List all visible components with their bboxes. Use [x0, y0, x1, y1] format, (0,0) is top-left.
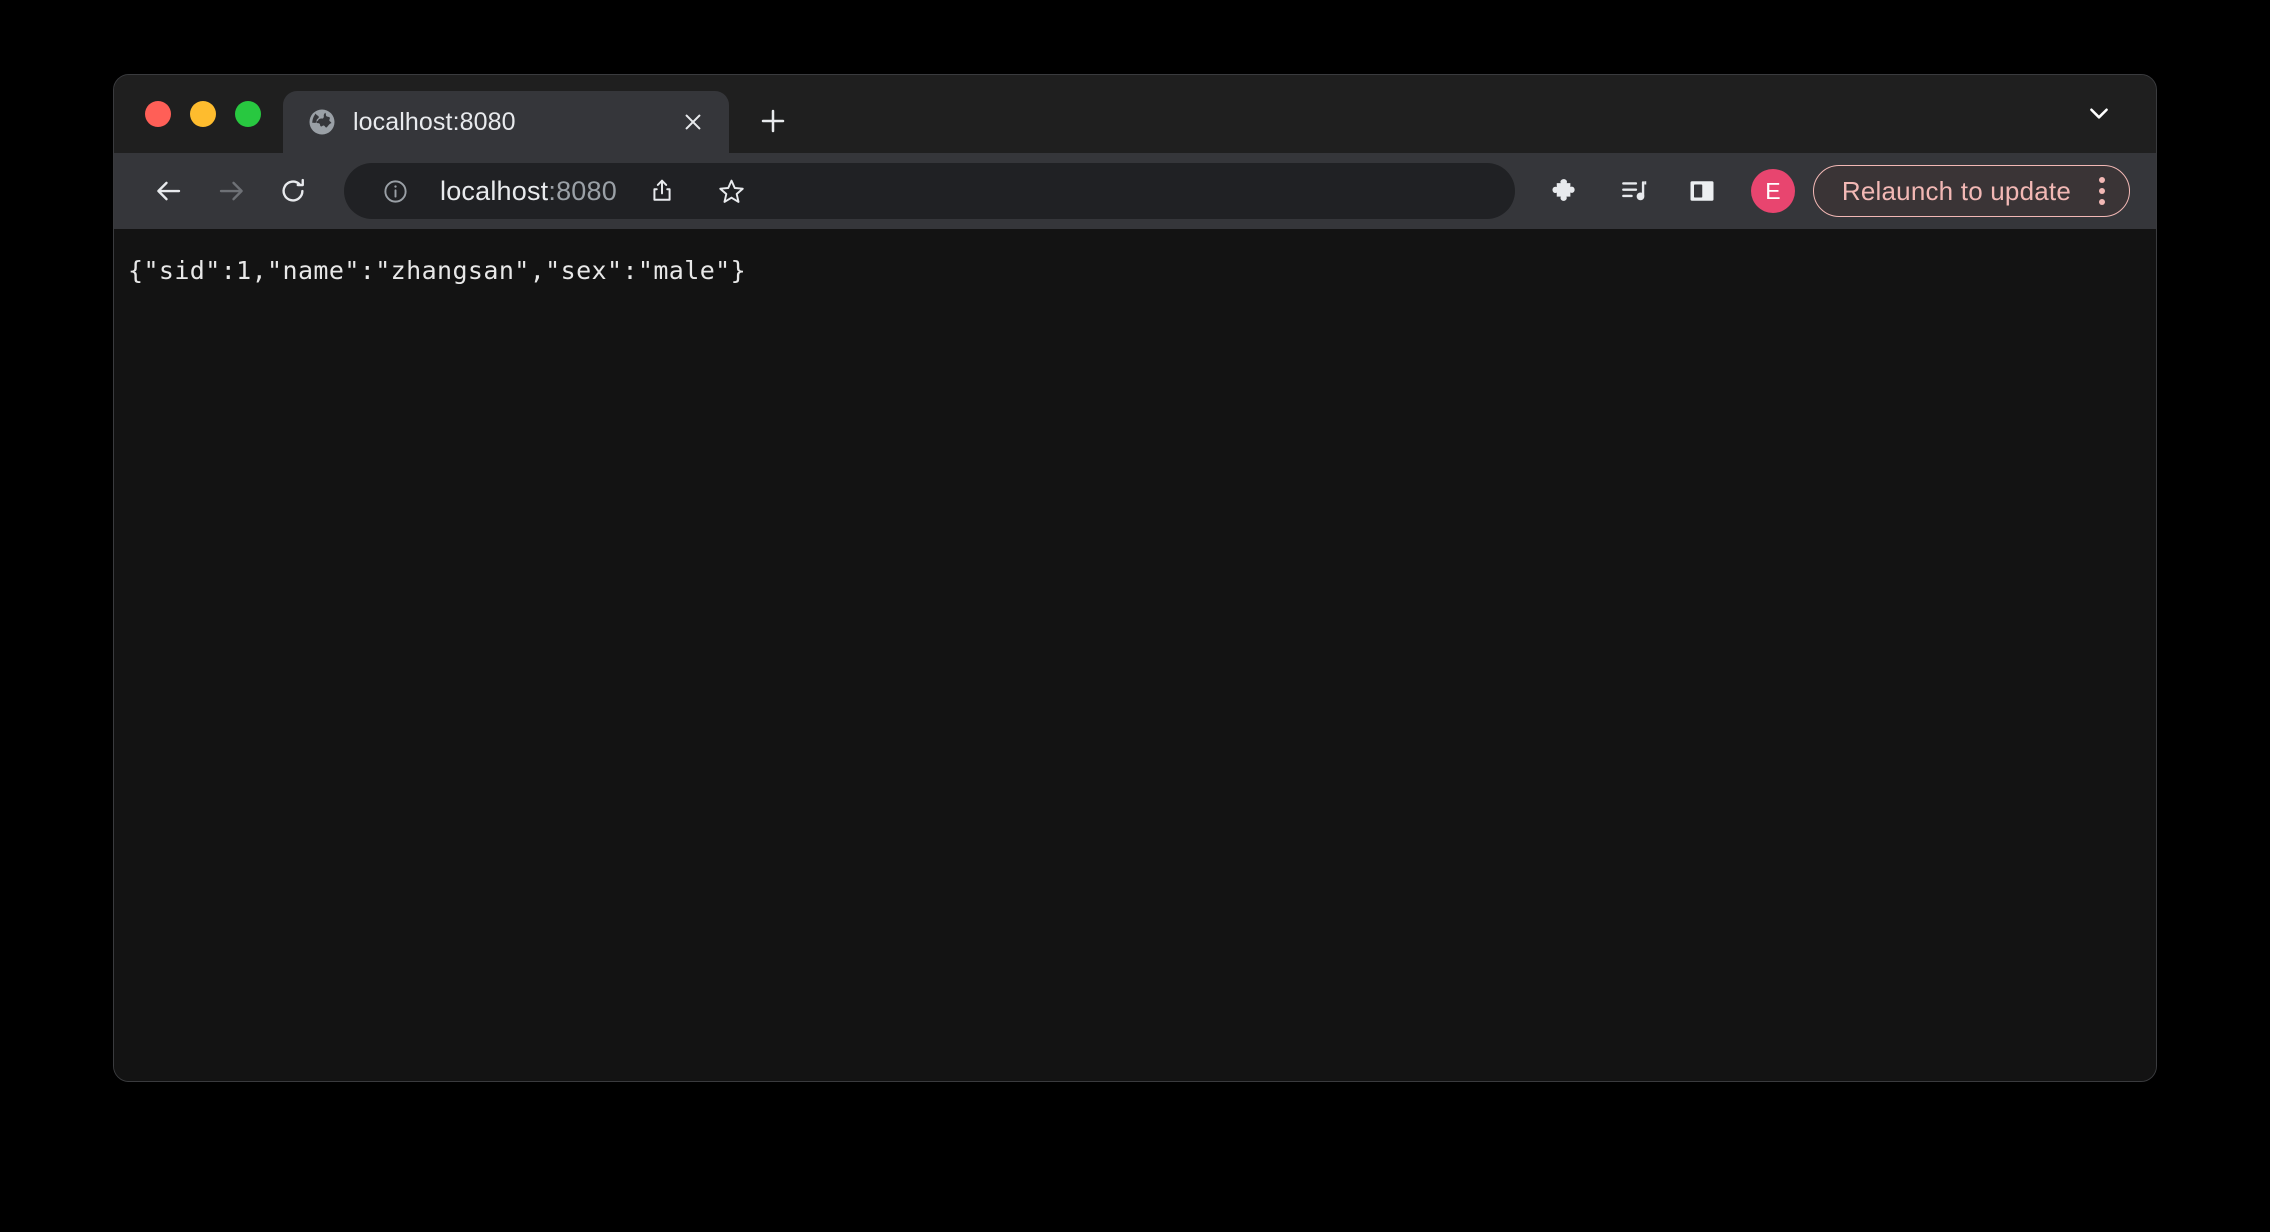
maximize-window-button[interactable]: [235, 101, 261, 127]
globe-icon: [307, 107, 337, 137]
share-icon[interactable]: [637, 166, 687, 216]
url-host: localhost: [440, 175, 549, 206]
relaunch-label: Relaunch to update: [1841, 175, 2071, 206]
url-text: localhost:8080: [440, 176, 617, 207]
minimize-window-button[interactable]: [190, 101, 216, 127]
tab-strip: localhost:8080: [114, 75, 2156, 153]
json-response-text: {"sid":1,"name":"zhangsan","sex":"male"}: [128, 256, 747, 285]
info-circle-icon[interactable]: [370, 166, 420, 216]
new-tab-button[interactable]: [743, 91, 803, 151]
bookmark-star-icon[interactable]: [707, 166, 757, 216]
forward-button[interactable]: [202, 162, 260, 220]
url-port: :8080: [548, 175, 617, 206]
close-tab-button[interactable]: [675, 104, 711, 140]
tab-search-button[interactable]: [2070, 87, 2128, 139]
browser-window: localhost:8080 localhost:8080 E Relaunch…: [113, 74, 2157, 1082]
tab-title: localhost:8080: [353, 107, 516, 136]
reload-button[interactable]: [264, 162, 322, 220]
page-content-area: {"sid":1,"name":"zhangsan","sex":"male"}: [114, 229, 2156, 1081]
browser-tab-localhost[interactable]: localhost:8080: [283, 91, 729, 153]
kebab-menu-icon[interactable]: [2093, 173, 2111, 209]
traffic-lights: [114, 75, 283, 153]
relaunch-to-update-button[interactable]: Relaunch to update: [1812, 165, 2130, 217]
back-button[interactable]: [140, 162, 198, 220]
browser-toolbar: localhost:8080 E Relaunch to update: [114, 153, 2156, 229]
side-panel-button[interactable]: [1673, 162, 1731, 220]
close-window-button[interactable]: [145, 101, 171, 127]
profile-avatar[interactable]: E: [1750, 169, 1795, 213]
extensions-button[interactable]: [1537, 162, 1595, 220]
address-bar[interactable]: localhost:8080: [344, 163, 1515, 219]
media-playlist-button[interactable]: [1605, 162, 1663, 220]
